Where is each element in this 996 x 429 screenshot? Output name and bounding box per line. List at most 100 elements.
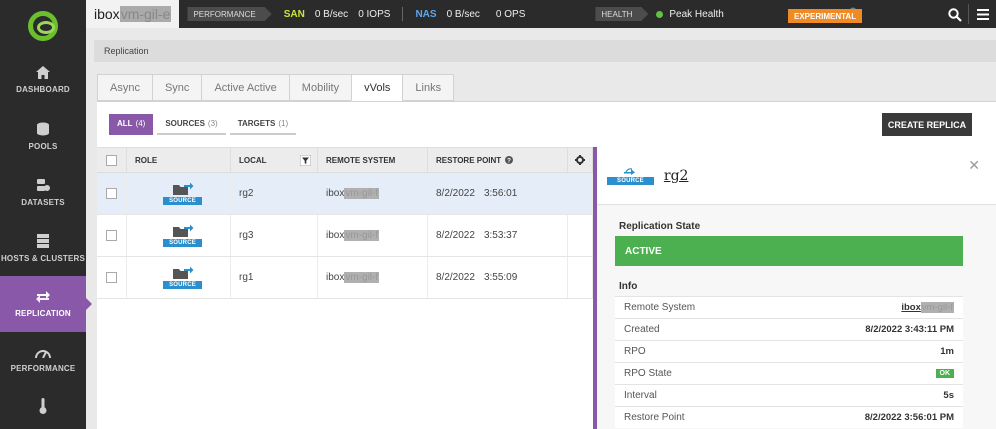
gear-icon[interactable] [575,155,585,165]
tab-vvols[interactable]: vVols [351,74,403,101]
gauge-icon [35,349,51,358]
table-row[interactable]: SOURCE rg3 ibox vm-gil-f 8/2/2022 3:53:37 [97,215,593,257]
select-all-cell [97,148,127,172]
restore-point-cell: 8/2/2022 3:55:09 [428,257,568,298]
column-header-role[interactable]: ROLE [127,148,231,172]
source-badge: SOURCE [163,197,202,205]
info-table: Remote System iboxvm-gil-f Created 8/2/2… [615,296,963,428]
replicate-arrow-icon [624,167,636,175]
tab-active-active[interactable]: Active Active [201,74,289,101]
row-actions-cell [568,215,593,256]
tab-sync[interactable]: Sync [151,74,202,101]
table-row[interactable]: SOURCE rg2 ibox vm-gil-f 8/2/2022 3:56:01 [97,173,593,215]
column-header-local[interactable]: LOCAL [231,148,318,172]
info-value-interval: 5s [943,390,954,401]
replication-state-title: Replication State [619,221,701,232]
row-select-cell [97,257,127,298]
column-header-remote-system[interactable]: REMOTE SYSTEM [318,148,428,172]
divider [402,7,404,21]
create-replica-button[interactable]: CREATE REPLICA [882,113,972,136]
filter-label: TARGETS [237,119,276,128]
main-panel: ALL (4) SOURCES (3) TARGETS (1) CREATE REPL… [97,101,996,429]
info-row-interval: Interval 5s [615,384,963,406]
remote-prefix: ibox [326,272,345,283]
health-chip[interactable]: HEALTH [595,7,648,21]
sidebar-item-datasets[interactable]: DATASETS [0,164,86,220]
filter-targets-button[interactable]: TARGETS (1) [229,114,297,135]
help-icon[interactable]: ? [505,156,514,164]
replica-detail-panel: SOURCE rg2 ✕ Replication State ACTIVE In… [593,147,996,429]
nas-bandwidth: 0 B/sec [446,8,480,20]
thermometer-icon [39,398,47,414]
local-cell: rg1 [231,257,318,298]
row-select-cell [97,215,127,256]
filter-label: SOURCES [165,119,205,128]
restore-date: 8/2/2022 [436,230,475,241]
sidebar: DASHBOARD POOLS DATASETS HOSTS & CLUSTER… [0,0,92,429]
info-label: Interval [624,390,657,401]
san-iops: 0 IOPS [358,8,391,20]
source-badge: SOURCE [163,281,202,289]
san-label: SAN [283,8,305,20]
source-badge: SOURCE [607,176,654,185]
tab-async[interactable]: Async [97,74,152,101]
column-header-restore-point[interactable]: RESTORE POINT ? [428,148,568,172]
sidebar-item-replication[interactable]: REPLICATION [0,276,92,332]
row-checkbox[interactable] [106,230,117,241]
remote-prefix: ibox [901,302,921,313]
system-name[interactable]: ibox vm-gil-e [86,0,180,28]
vertical-divider [968,4,969,24]
row-checkbox[interactable] [106,188,117,199]
filter-all-button[interactable]: ALL (4) [109,114,154,135]
filter-icon[interactable] [300,154,311,166]
info-row-created: Created 8/2/2022 3:43:11 PM [615,318,963,340]
pools-icon [37,122,49,135]
select-all-checkbox[interactable] [106,154,117,166]
filter-count: (1) [278,119,289,128]
restore-time: 3:53:37 [483,230,518,241]
menu-icon[interactable] [977,9,989,20]
info-value-remote-system[interactable]: iboxvm-gil-f [901,302,954,313]
sidebar-item-label: POOLS [28,141,58,151]
sidebar-item-pools[interactable]: POOLS [0,108,86,164]
remote-masked: vm-gil-f [344,188,380,199]
table-header: ROLE LOCAL REMOTE SYSTEM RESTORE POINT ? [97,147,593,173]
system-name-masked: vm-gil-e [119,6,172,22]
filter-count: (4) [135,119,146,128]
sidebar-item-label: PERFORMANCE [10,363,76,373]
table-row[interactable]: SOURCE rg1 ibox vm-gil-f 8/2/2022 3:55:09 [97,257,593,299]
info-row-rpo: RPO 1m [615,340,963,362]
row-checkbox[interactable] [106,272,117,283]
logo[interactable] [0,0,86,52]
sidebar-item-dashboard[interactable]: DASHBOARD [0,52,86,108]
sidebar-item-hosts-clusters[interactable]: HOSTS & CLUSTERS [0,220,86,276]
replication-icon [36,290,50,303]
info-row-remote-system: Remote System iboxvm-gil-f [615,296,963,318]
restore-date: 8/2/2022 [436,188,475,199]
system-name-prefix: ibox [94,6,120,22]
local-cell: rg3 [231,215,318,256]
local-cell: rg2 [231,173,318,214]
breadcrumb-item: Replication [104,46,149,56]
close-icon[interactable]: ✕ [968,157,980,174]
performance-chip[interactable]: PERFORMANCE [187,7,271,21]
sidebar-item-label: REPLICATION [15,308,71,318]
experimental-badge[interactable]: EXPERIMENTAL [788,9,863,23]
logo-icon [28,11,58,41]
hosts-icon [37,233,49,248]
filter-count: (3) [207,119,218,128]
search-icon[interactable] [948,8,962,22]
sidebar-item-performance[interactable]: PERFORMANCE [0,332,86,388]
detail-name[interactable]: rg2 [664,168,689,184]
info-label: Created [624,324,660,335]
restore-time: 3:56:01 [483,188,518,199]
filter-sources-button[interactable]: SOURCES (3) [157,114,226,135]
health-value: Peak Health [669,8,724,20]
info-value-restore-point: 8/2/2022 3:56:01 PM [864,412,954,423]
sidebar-item-label: DASHBOARD [16,85,70,94]
role-cell: SOURCE [127,257,231,298]
sidebar-item-thermometer[interactable] [0,388,86,428]
info-row-rpo-state: RPO State OK [615,362,963,384]
tab-links[interactable]: Links [402,74,455,101]
tab-mobility[interactable]: Mobility [288,74,352,101]
